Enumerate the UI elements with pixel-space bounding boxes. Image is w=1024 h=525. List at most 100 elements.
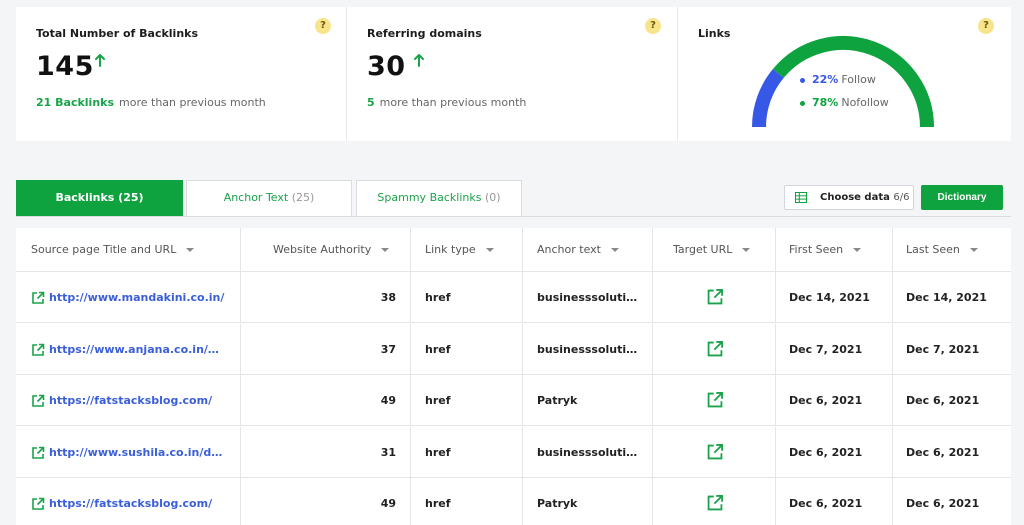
domains-trend-value: 5	[367, 96, 375, 109]
anchor-text: Patryk	[523, 478, 653, 525]
external-link-icon[interactable]	[706, 340, 724, 358]
external-link-icon	[32, 497, 45, 510]
anchor-text: businesssolutionhub	[523, 272, 653, 323]
table-row: http://www.mandakini.co.in/38 href busines…	[16, 272, 1011, 323]
external-link-icon	[32, 394, 45, 407]
table-row: https://fatstacksblog.com/49 href Patryk De…	[16, 478, 1011, 525]
help-icon[interactable]: ?	[645, 18, 661, 34]
column-header-label: Last Seen	[906, 243, 960, 256]
backlinks-card-title: Total Number of Backlinks	[36, 27, 199, 40]
backlinks-trend-text: more than previous month	[119, 96, 266, 109]
link-type: href	[411, 323, 523, 375]
table-row: http://www.sushila.co.in/domain/31hrefbu…	[16, 426, 1011, 478]
tab-spammy-backlinks[interactable]: Spammy Backlinks (0)	[356, 180, 522, 216]
source-url-text: https://fatstacksblog.com/	[49, 497, 213, 510]
external-link-icon	[32, 291, 45, 304]
last-seen: Dec 6, 2021	[906, 394, 980, 407]
first-seen: Dec 6, 2021	[776, 478, 893, 525]
target-url-link[interactable]	[653, 272, 776, 323]
column-header-target[interactable]: Target URL	[653, 228, 776, 272]
external-link-icon[interactable]	[706, 391, 724, 409]
source-url-text: https://www.anjana.co.in/diy-ideas/	[49, 342, 226, 356]
website-authority: 37	[241, 323, 411, 375]
anchor-text-value: businesssolutionhub	[537, 342, 641, 356]
help-icon[interactable]: ?	[315, 18, 331, 34]
tab-spammy-count: (0)	[484, 191, 501, 204]
caret-down-icon	[742, 248, 751, 252]
target-url-link[interactable]	[653, 478, 776, 525]
backlinks-trend: 21 Backlinks more than previous month	[36, 96, 266, 109]
arrow-up-icon	[414, 54, 424, 67]
source-url-text: http://www.mandakini.co.in/	[49, 291, 225, 304]
last-seen: Dec 7, 2021	[906, 342, 980, 356]
anchor-text: Patryk	[523, 375, 653, 426]
source-url-text: https://fatstacksblog.com/	[49, 394, 213, 407]
link-type: href	[411, 375, 523, 426]
source-url-link[interactable]: http://www.mandakini.co.in/	[16, 272, 241, 323]
backlinks-table: Source page Title and URL Website Author…	[16, 228, 1011, 525]
domains-count: 30	[367, 51, 406, 82]
first-seen: Dec 7, 2021	[776, 323, 893, 375]
column-header-first-seen[interactable]: First Seen	[776, 228, 893, 272]
external-link-icon[interactable]	[706, 494, 724, 512]
caret-down-icon	[853, 248, 862, 252]
column-header-anchor[interactable]: Anchor text	[523, 228, 653, 272]
table-row: https://fatstacksblog.com/49 href Patryk De…	[16, 375, 1011, 426]
column-header-label: Anchor text	[537, 243, 601, 256]
links-card: Links ? 22% Follow 78% Nofollow	[678, 7, 1011, 141]
backlinks-count: 145	[36, 51, 94, 82]
anchor-text-value: businesssolutionhub	[537, 445, 641, 459]
tab-anchor-text-label: Anchor Text	[223, 191, 289, 204]
table-columns-icon	[795, 192, 807, 203]
dictionary-button[interactable]: Dictionary	[921, 185, 1003, 210]
source-url-link[interactable]: http://www.sushila.co.in/domain/	[16, 426, 241, 478]
anchor-text-value: businesssolutionhub	[537, 291, 641, 304]
source-url-link[interactable]: https://fatstacksblog.com/	[16, 375, 241, 426]
link-type: href	[411, 478, 523, 525]
tab-spammy-label: Spammy Backlinks	[377, 191, 482, 204]
domains-trend-text: more than previous month	[379, 96, 527, 109]
backlinks-card: Total Number of Backlinks ? 145 21 Backl…	[16, 7, 347, 141]
caret-down-icon	[485, 248, 494, 252]
website-authority: 49	[241, 478, 411, 525]
domains-trend: 5 more than previous month	[367, 96, 526, 109]
backlinks-trend-value: 21 Backlinks	[36, 96, 115, 109]
nofollow-dot	[800, 100, 805, 106]
nofollow-pct: 78%	[812, 96, 839, 109]
column-header-last-seen[interactable]: Last Seen	[893, 228, 1011, 272]
first-seen: Dec 14, 2021	[776, 272, 893, 323]
help-icon[interactable]: ?	[978, 18, 994, 34]
last-seen: Dec 6, 2021	[906, 445, 980, 459]
column-header-link-type[interactable]: Link type	[411, 228, 523, 272]
link-type: href	[411, 272, 523, 323]
caret-down-icon	[186, 248, 195, 252]
choose-data-count: 6/6	[893, 192, 910, 203]
anchor-text-value: Patryk	[537, 394, 578, 407]
choose-data-button[interactable]: Choose data 6/6	[784, 185, 914, 210]
external-link-icon	[32, 446, 45, 459]
external-link-icon[interactable]	[706, 288, 724, 306]
source-url-text: http://www.sushila.co.in/domain/	[49, 445, 226, 459]
anchor-text: businesssolutionhub	[523, 323, 653, 375]
column-header-authority[interactable]: Website Authority	[241, 228, 411, 272]
first-seen: Dec 6, 2021	[776, 375, 893, 426]
website-authority: 38	[241, 272, 411, 323]
column-header-label: First Seen	[789, 243, 844, 256]
table-row: https://www.anjana.co.in/diy-ideas/37hre…	[16, 323, 1011, 375]
external-link-icon	[32, 343, 45, 356]
source-url-link[interactable]: https://www.anjana.co.in/diy-ideas/	[16, 323, 241, 375]
domains-card: Referring domains ? 30 5 more than previo…	[347, 7, 678, 141]
tab-anchor-text[interactable]: Anchor Text (25)	[186, 180, 352, 216]
column-header-source[interactable]: Source page Title and URL	[16, 228, 241, 272]
column-header-label: Target URL	[673, 243, 733, 256]
choose-data-label: Choose data	[820, 192, 890, 203]
last-seen: Dec 14, 2021	[906, 291, 987, 304]
target-url-link[interactable]	[653, 426, 776, 478]
arrow-up-icon	[95, 54, 105, 67]
tab-backlinks[interactable]: Backlinks (25)	[16, 180, 183, 216]
external-link-icon[interactable]	[706, 443, 724, 461]
target-url-link[interactable]	[653, 323, 776, 375]
source-url-link[interactable]: https://fatstacksblog.com/	[16, 478, 241, 525]
target-url-link[interactable]	[653, 375, 776, 426]
caret-down-icon	[610, 248, 619, 252]
